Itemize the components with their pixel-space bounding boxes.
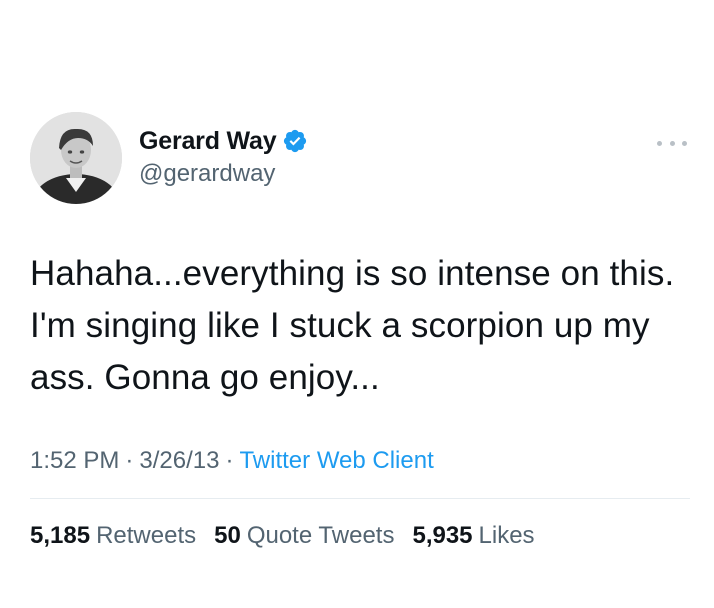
- meta-separator: ·: [125, 447, 134, 474]
- tweet-time[interactable]: 1:52 PM: [30, 447, 119, 474]
- likes-count: 5,935: [412, 522, 473, 549]
- avatar[interactable]: [30, 112, 122, 204]
- tweet-card: Gerard Way @gerardway Hahaha...everythin…: [0, 0, 714, 608]
- tweet-date[interactable]: 3/26/13: [139, 447, 219, 474]
- more-horizontal-icon[interactable]: [657, 136, 687, 150]
- retweets-label: Retweets: [96, 522, 197, 549]
- quote-tweets-label: Quote Tweets: [246, 522, 395, 549]
- tweet-source-link[interactable]: Twitter Web Client: [239, 447, 433, 474]
- author-name-row: Gerard Way: [139, 124, 308, 158]
- likes-stat[interactable]: 5,935 Likes: [412, 522, 534, 550]
- quote-tweets-stat[interactable]: 50 Quote Tweets: [214, 522, 394, 550]
- quote-tweets-count: 50: [214, 522, 241, 549]
- tweet-text: Hahaha...everything is so intense on thi…: [30, 254, 675, 397]
- avatar-image: [30, 112, 122, 204]
- retweets-stat[interactable]: 5,185 Retweets: [30, 522, 196, 550]
- divider: [30, 498, 690, 499]
- meta-separator: ·: [225, 447, 234, 474]
- author-handle[interactable]: @gerardway: [139, 160, 275, 188]
- author-display-name[interactable]: Gerard Way: [139, 127, 277, 156]
- verified-badge-icon: [282, 128, 308, 154]
- retweets-count: 5,185: [30, 522, 91, 549]
- tweet-meta: 1:52 PM · 3/26/13 · Twitter Web Client: [30, 447, 434, 475]
- likes-label: Likes: [478, 522, 535, 549]
- tweet-stats: 5,185 Retweets 50 Quote Tweets 5,935 Likes: [30, 522, 535, 550]
